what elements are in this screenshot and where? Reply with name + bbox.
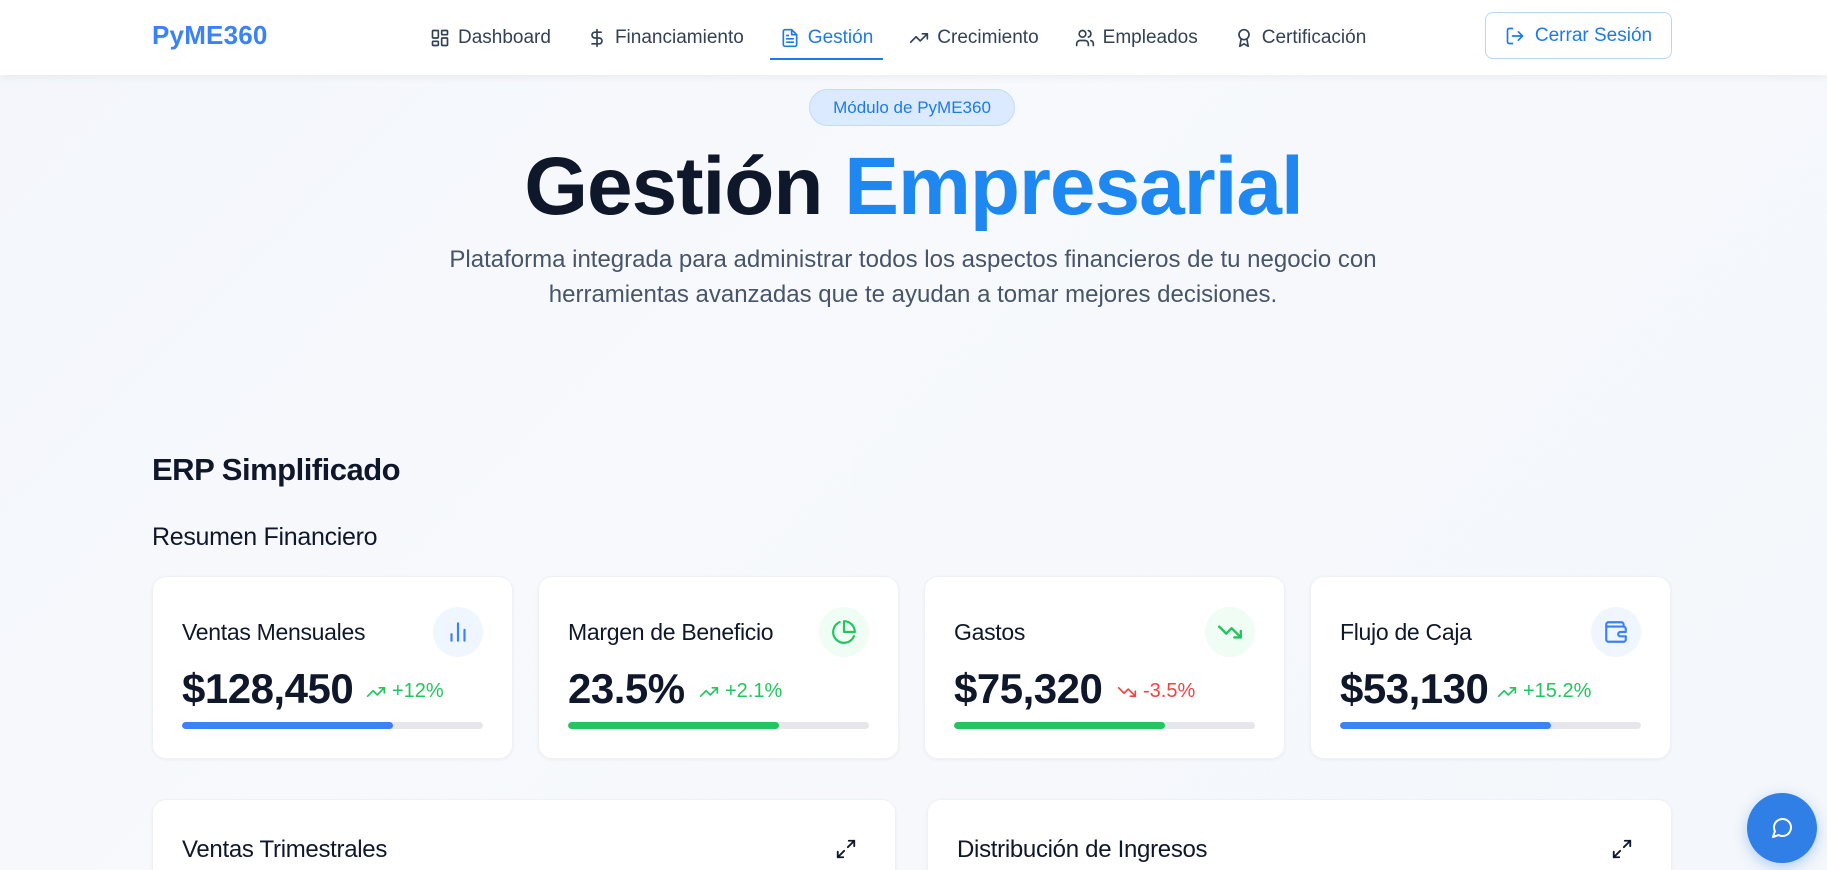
kpi-change-value: +12%	[392, 680, 444, 702]
trending-down-icon	[1117, 686, 1137, 697]
dashboard-icon	[431, 29, 449, 46]
kpi-change-value: +2.1%	[725, 680, 783, 702]
page-title: Gestión Empresarial	[0, 140, 1827, 234]
trending-down-icon	[1205, 607, 1255, 657]
nav-item-empleados[interactable]: Empleados	[1057, 0, 1216, 75]
trending-up-icon	[366, 686, 386, 697]
kpi-card-gastos: Gastos $75,320 -3.5%	[924, 576, 1285, 759]
section-subtitle: Resumen Financiero	[152, 523, 378, 551]
chat-button[interactable]	[1747, 793, 1817, 863]
kpi-title: Flujo de Caja	[1340, 619, 1472, 645]
logout-icon	[1506, 27, 1524, 44]
trending-up-icon	[1497, 686, 1517, 697]
kpi-value: $128,450	[182, 665, 354, 712]
document-icon	[782, 28, 798, 47]
title-accent: Empresarial	[844, 141, 1303, 232]
kpi-progress	[182, 722, 483, 729]
kpi-value: 23.5%	[568, 665, 685, 712]
kpi-progress	[1340, 722, 1641, 729]
kpi-change: +12%	[366, 680, 444, 703]
kpi-change-value: +15.2%	[1523, 680, 1592, 702]
kpi-progress-fill	[568, 722, 779, 729]
kpi-change: +2.1%	[699, 680, 782, 703]
nav-item-crecimiento[interactable]: Crecimiento	[891, 0, 1056, 75]
trending-up-icon	[699, 686, 719, 697]
nav-label-financiamiento: Financiamiento	[614, 26, 744, 48]
kpi-value: $53,130	[1340, 665, 1489, 712]
chart-card-distribucion-ingresos: Distribución de Ingresos	[927, 799, 1672, 870]
nav-item-dashboard[interactable]: Dashboard	[412, 0, 569, 75]
logout-button[interactable]: Cerrar Sesión	[1485, 12, 1672, 59]
kpi-change: +15.2%	[1497, 680, 1591, 703]
expand-icon[interactable]	[1611, 838, 1633, 860]
kpi-progress	[954, 722, 1255, 729]
main-nav: Dashboard Financiamiento Gestión Crecimi…	[412, 0, 1384, 75]
kpi-value: $75,320	[954, 665, 1103, 712]
nav-item-gestion[interactable]: Gestión	[762, 0, 891, 75]
nav-label-crecimiento: Crecimiento	[937, 26, 1039, 48]
nav-item-certificacion[interactable]: Certificación	[1216, 0, 1385, 75]
expand-icon[interactable]	[835, 838, 857, 860]
kpi-card-margen: Margen de Beneficio 23.5% +2.1%	[538, 576, 899, 759]
kpi-title: Margen de Beneficio	[568, 619, 774, 645]
nav-label-empleados: Empleados	[1102, 26, 1198, 48]
users-icon	[1075, 29, 1094, 46]
kpi-change: -3.5%	[1117, 680, 1195, 703]
kpi-card-ventas: Ventas Mensuales $128,450 +12%	[152, 576, 513, 759]
module-badge: Módulo de PyME360	[809, 89, 1015, 126]
chart-title: Ventas Trimestrales	[182, 836, 388, 863]
kpi-title: Ventas Mensuales	[182, 619, 366, 645]
bar-chart-icon	[433, 607, 483, 657]
trending-up-icon	[910, 32, 929, 43]
pie-chart-icon	[819, 607, 869, 657]
kpi-change-value: -3.5%	[1143, 680, 1196, 702]
top-navbar: PyME360 Dashboard Financiamiento Gestión…	[0, 0, 1827, 75]
wallet-icon	[1591, 607, 1641, 657]
title-main: Gestión	[524, 141, 823, 232]
kpi-progress-fill	[182, 722, 393, 729]
kpi-progress-fill	[1340, 722, 1551, 729]
chart-card-ventas-trimestrales: Ventas Trimestrales	[152, 799, 896, 870]
chat-icon	[1772, 817, 1793, 838]
dollar-icon	[591, 28, 603, 47]
logout-label: Cerrar Sesión	[1534, 24, 1653, 46]
page-subtitle: Plataforma integrada para administrar to…	[449, 246, 1377, 308]
kpi-card-flujo: Flujo de Caja $53,130 +15.2%	[1310, 576, 1671, 759]
award-icon	[1237, 28, 1250, 47]
kpi-title: Gastos	[954, 619, 1026, 645]
kpi-progress-fill	[954, 722, 1165, 729]
logo[interactable]: PyME360	[152, 20, 268, 51]
kpi-progress	[568, 722, 869, 729]
nav-item-financiamiento[interactable]: Financiamiento	[569, 0, 762, 75]
nav-label-dashboard: Dashboard	[458, 26, 551, 48]
nav-label-certificacion: Certificación	[1261, 26, 1367, 48]
chart-title: Distribución de Ingresos	[957, 836, 1208, 863]
section-title: ERP Simplificado	[152, 452, 401, 487]
nav-label-gestion: Gestión	[807, 26, 874, 48]
